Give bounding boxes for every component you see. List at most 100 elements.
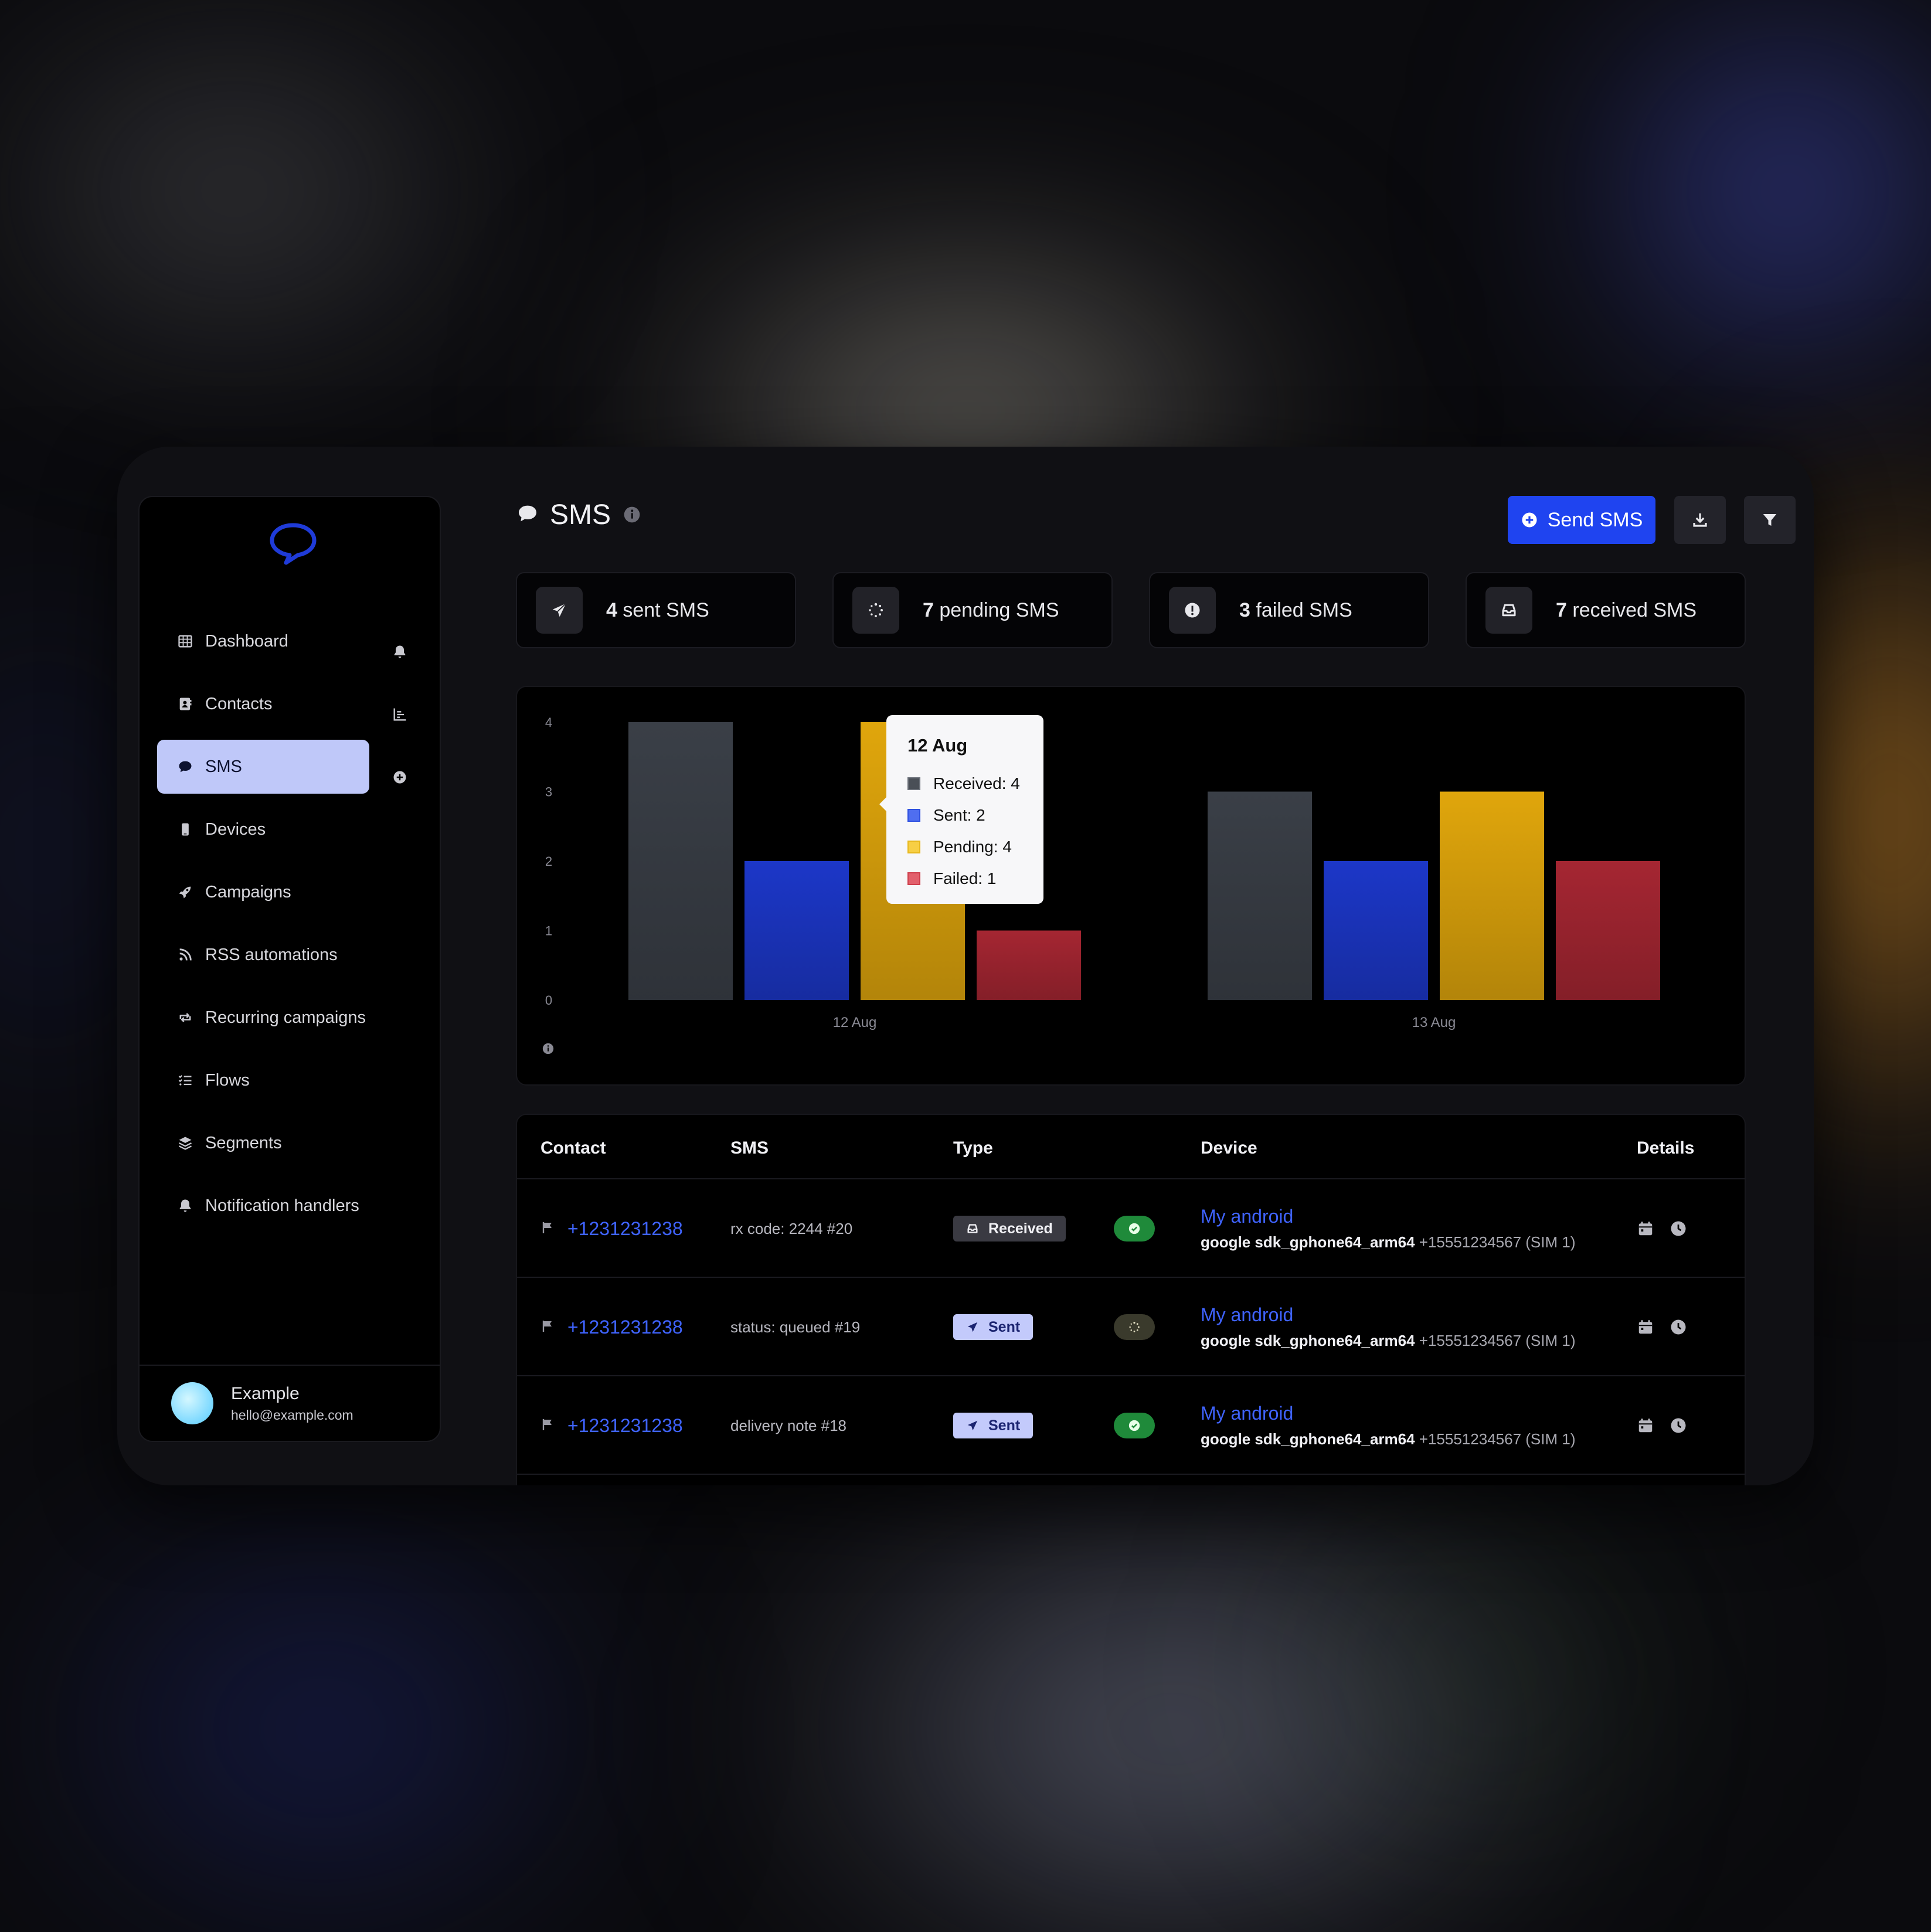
download-button[interactable] bbox=[1674, 496, 1726, 544]
list-check-icon bbox=[177, 1072, 193, 1089]
inbox-icon bbox=[1485, 587, 1532, 634]
user-profile[interactable]: Example hello@example.com bbox=[140, 1365, 440, 1441]
bar-sent[interactable] bbox=[744, 861, 849, 1000]
sidebar-item-contacts[interactable]: Contacts bbox=[157, 677, 369, 731]
table-icon bbox=[177, 633, 193, 649]
clock-icon[interactable] bbox=[1670, 1417, 1687, 1434]
tooltip-text: Sent: 2 bbox=[933, 806, 985, 824]
filter-button[interactable] bbox=[1744, 496, 1796, 544]
contact-link[interactable]: +1231231238 bbox=[567, 1415, 683, 1437]
sidebar-item-flows[interactable]: Flows bbox=[157, 1053, 369, 1107]
column-header-details[interactable]: Details bbox=[1637, 1138, 1694, 1158]
spinner-icon bbox=[852, 587, 899, 634]
contact-link[interactable]: +1231231238 bbox=[567, 1218, 683, 1240]
device-link[interactable]: My android bbox=[1201, 1304, 1293, 1326]
send-sms-button[interactable]: Send SMS bbox=[1508, 496, 1655, 544]
sms-text: rx code: 2244 #20 bbox=[730, 1219, 853, 1237]
contact-link[interactable]: +1231231238 bbox=[567, 1317, 683, 1338]
paper-plane-icon bbox=[967, 1420, 978, 1431]
y-tick-label: 1 bbox=[545, 924, 552, 938]
alert-circle-icon bbox=[1169, 587, 1216, 634]
clock-icon[interactable] bbox=[1670, 1318, 1687, 1336]
type-label: Sent bbox=[988, 1417, 1021, 1434]
bar-pending[interactable] bbox=[1440, 791, 1544, 1001]
info-icon[interactable] bbox=[542, 1042, 555, 1058]
bar-chart: 0 1 2 3 4 12 Aug 13 Aug bbox=[545, 715, 1660, 1030]
sidebar-item-label: Segments bbox=[205, 1133, 282, 1152]
sidebar-item-label: Dashboard bbox=[205, 631, 288, 651]
stat-failed[interactable]: 3 failed SMS bbox=[1149, 572, 1429, 648]
calendar-icon[interactable] bbox=[1637, 1318, 1654, 1336]
chat-bubble-icon bbox=[177, 758, 193, 775]
tooltip-row-sent: Sent: 2 bbox=[907, 800, 1043, 831]
column-header-type[interactable]: Type bbox=[953, 1138, 993, 1158]
sms-text: delivery note #18 bbox=[730, 1416, 847, 1434]
bar-chart-icon[interactable] bbox=[389, 704, 410, 725]
app-window: Dashboard Contacts SMS Devices Campaigns… bbox=[117, 447, 1814, 1485]
sidebar-item-label: Devices bbox=[205, 819, 266, 839]
stat-count: 3 bbox=[1239, 598, 1250, 621]
stat-label: sent SMS bbox=[617, 598, 709, 621]
device-model: google sdk_gphone64_arm64 bbox=[1201, 1430, 1415, 1448]
avatar bbox=[171, 1382, 213, 1424]
app-logo-icon[interactable] bbox=[268, 521, 318, 567]
sidebar-item-dashboard[interactable]: Dashboard bbox=[157, 614, 369, 668]
stat-label: received SMS bbox=[1566, 598, 1697, 621]
calendar-icon[interactable] bbox=[1637, 1220, 1654, 1237]
type-badge: Sent bbox=[953, 1314, 1034, 1340]
stat-pending[interactable]: 7 pending SMS bbox=[832, 572, 1113, 648]
phone-icon bbox=[177, 821, 193, 838]
table-row[interactable]: +1231231238 status: queued #19 Sent My a… bbox=[517, 1277, 1745, 1376]
sidebar-item-segments[interactable]: Segments bbox=[157, 1116, 369, 1170]
stat-received[interactable]: 7 received SMS bbox=[1466, 572, 1746, 648]
sidebar-item-campaigns[interactable]: Campaigns bbox=[157, 865, 369, 919]
rss-icon bbox=[177, 947, 193, 963]
stat-label: failed SMS bbox=[1250, 598, 1352, 621]
table-row[interactable]: +1231231238 delivery note #18 Sent My an… bbox=[517, 1375, 1745, 1475]
sidebar-item-label: Flows bbox=[205, 1070, 250, 1090]
type-label: Sent bbox=[988, 1318, 1021, 1335]
device-number: +15551234567 (SIM 1) bbox=[1415, 1233, 1576, 1251]
bar-received[interactable] bbox=[628, 722, 733, 1000]
y-tick-label: 3 bbox=[545, 785, 552, 800]
column-header-sms[interactable]: SMS bbox=[730, 1138, 769, 1158]
bar-sent[interactable] bbox=[1324, 861, 1428, 1000]
rocket-icon bbox=[177, 884, 193, 900]
layers-icon bbox=[177, 1135, 193, 1151]
sidebar-item-label: Notification handlers bbox=[205, 1196, 359, 1215]
bell-icon[interactable] bbox=[389, 641, 410, 662]
bar-failed[interactable] bbox=[1556, 861, 1660, 1000]
device-link[interactable]: My android bbox=[1201, 1206, 1293, 1227]
stat-label: pending SMS bbox=[933, 598, 1059, 621]
x-tick-label: 13 Aug bbox=[1412, 1015, 1456, 1030]
stat-sent[interactable]: 4 sent SMS bbox=[516, 572, 796, 648]
sidebar-item-notification-handlers[interactable]: Notification handlers bbox=[157, 1179, 369, 1233]
info-icon[interactable] bbox=[623, 505, 641, 524]
calendar-icon[interactable] bbox=[1637, 1417, 1654, 1434]
device-link[interactable]: My android bbox=[1201, 1403, 1293, 1424]
paper-plane-icon bbox=[967, 1322, 978, 1332]
bar-received[interactable] bbox=[1208, 791, 1312, 1001]
sidebar-item-rss-automations[interactable]: RSS automations bbox=[157, 928, 369, 982]
table-row[interactable]: +1231231238 rx code: 2244 #20 Received M… bbox=[517, 1178, 1745, 1278]
type-badge: Sent bbox=[953, 1413, 1034, 1438]
sidebar-item-recurring-campaigns[interactable]: Recurring campaigns bbox=[157, 991, 369, 1045]
clock-icon[interactable] bbox=[1670, 1220, 1687, 1237]
sidebar-item-devices[interactable]: Devices bbox=[157, 802, 369, 856]
inbox-icon bbox=[967, 1224, 978, 1233]
flag-icon bbox=[540, 1220, 555, 1237]
plus-circle-icon[interactable] bbox=[389, 767, 410, 788]
table-row[interactable] bbox=[517, 1474, 1745, 1485]
column-header-contact[interactable]: Contact bbox=[540, 1138, 606, 1158]
plus-circle-icon bbox=[1522, 512, 1537, 528]
stat-count: 4 bbox=[606, 598, 617, 621]
main-content: SMS Send SMS 4 sent SMS 7 pending SMS 3 … bbox=[516, 447, 1814, 1485]
bell-icon bbox=[177, 1198, 193, 1214]
y-tick-label: 2 bbox=[545, 854, 552, 869]
sidebar-item-sms[interactable]: SMS bbox=[157, 740, 369, 794]
column-header-device[interactable]: Device bbox=[1201, 1138, 1257, 1158]
flag-icon bbox=[540, 1319, 555, 1336]
bar-failed[interactable] bbox=[977, 930, 1081, 1001]
tooltip-text: Failed: 1 bbox=[933, 869, 997, 887]
type-badge: Received bbox=[953, 1216, 1066, 1241]
